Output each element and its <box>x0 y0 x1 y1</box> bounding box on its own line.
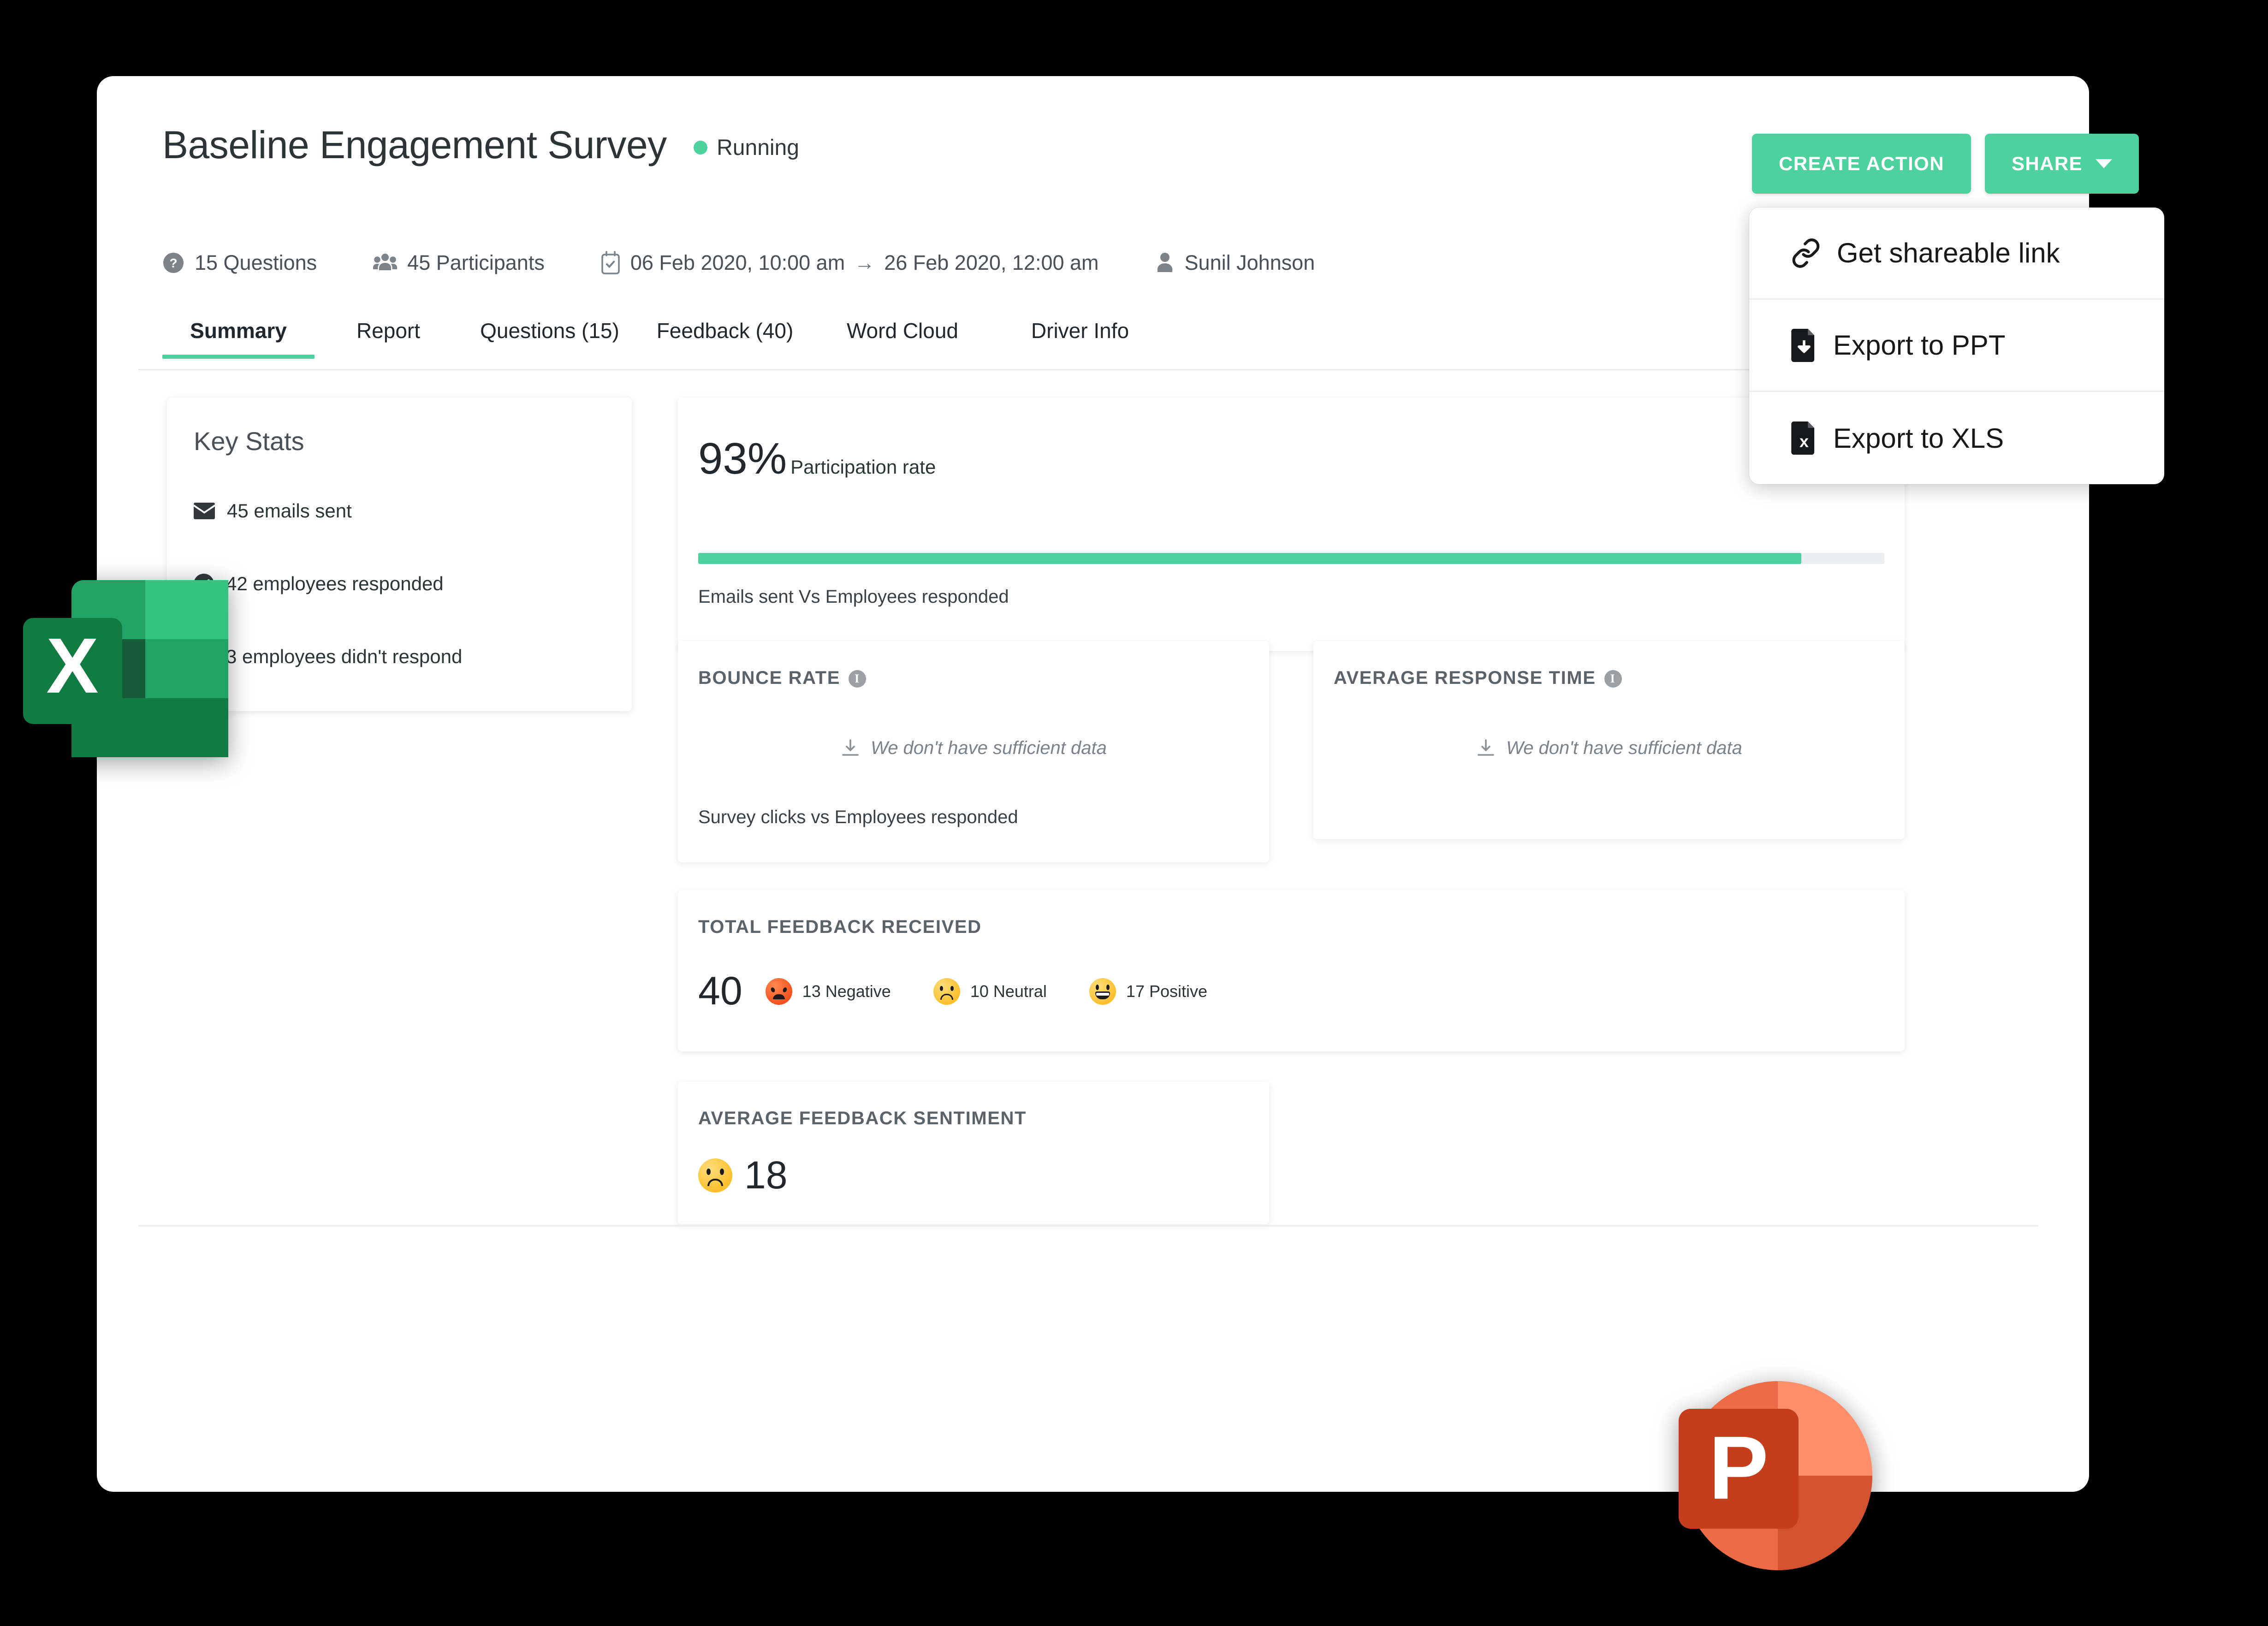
page-title: Baseline Engagement Survey <box>162 123 667 166</box>
page-header: Baseline Engagement Survey Running <box>162 125 1933 199</box>
header-actions: CREATE ACTION SHARE <box>1752 134 2139 194</box>
question-circle-icon: ? <box>162 252 184 274</box>
sad-face-icon <box>698 1158 732 1193</box>
menu-item-label: Export to PPT <box>1833 330 2006 361</box>
participation-progress-bar <box>698 553 1884 564</box>
feedback-neutral-group: 10 Neutral <box>933 978 1047 1005</box>
tab-summary[interactable]: Summary <box>162 318 315 359</box>
tab-feedback[interactable]: Feedback (40) <box>637 318 813 359</box>
meta-owner-label: Sunil Johnson <box>1184 251 1315 274</box>
participation-rate-percent: 93% <box>698 434 787 483</box>
person-icon <box>1155 252 1175 274</box>
average-response-time-title: AVERAGE RESPONSE TIME <box>1334 668 1596 688</box>
bounce-rate-card: BOUNCE RATE i We don't have sufficient da… <box>678 641 1269 862</box>
svg-text:P: P <box>1709 1418 1769 1518</box>
feedback-neutral-label: 10 Neutral <box>970 981 1047 1001</box>
bounce-rate-footnote: Survey clicks vs Employees responded <box>698 807 1018 827</box>
share-dropdown-menu[interactable]: Get shareable link Export to PPT x Expor… <box>1749 208 2164 484</box>
meta-participants-label: 45 Participants <box>407 251 545 274</box>
file-xls-icon: x <box>1791 421 1817 455</box>
menu-item-get-shareable-link[interactable]: Get shareable link <box>1749 208 2164 300</box>
menu-item-export-to-xls[interactable]: x Export to XLS <box>1749 392 2164 484</box>
status-dot-icon <box>694 141 708 154</box>
average-response-time-title-row: AVERAGE RESPONSE TIME i <box>1334 668 1622 688</box>
meta-questions: ? 15 Questions <box>162 251 317 275</box>
average-feedback-sentiment-score: 18 <box>744 1153 788 1197</box>
content-bottom-divider <box>138 1225 2038 1227</box>
neutral-sad-face-icon <box>933 978 960 1005</box>
meta-end-date: 26 Feb 2020, 12:00 am <box>884 251 1099 274</box>
key-stats-card: Key Stats 45 emails sent 42 employees re… <box>167 398 632 711</box>
status-label: Running <box>717 135 799 160</box>
meta-questions-label: 15 Questions <box>195 251 317 274</box>
svg-text:?: ? <box>169 256 177 270</box>
file-download-icon <box>1791 328 1817 362</box>
envelope-icon <box>194 503 215 519</box>
average-feedback-sentiment-row: 18 <box>698 1153 787 1198</box>
info-icon[interactable]: i <box>848 670 866 688</box>
total-feedback-count: 40 <box>698 969 742 1013</box>
angry-face-icon <box>765 978 792 1005</box>
menu-item-label: Export to XLS <box>1833 422 2004 454</box>
participation-rate-label: Participation rate <box>790 456 936 478</box>
total-feedback-row: 40 13 Negative 10 Neutral 17 Positive <box>698 968 1250 1014</box>
bounce-rate-title-row: BOUNCE RATE i <box>698 668 866 688</box>
tab-questions[interactable]: Questions (15) <box>462 318 637 359</box>
share-button[interactable]: SHARE <box>1984 134 2139 194</box>
key-stat-label: 3 employees didn't respond <box>226 646 463 667</box>
participation-progress-fill <box>698 553 1801 564</box>
participation-footnote: Emails sent Vs Employees responded <box>698 587 1009 607</box>
no-data-icon <box>840 738 861 759</box>
key-stat-label: 45 emails sent <box>227 500 352 522</box>
average-response-time-no-data: We don't have sufficient data <box>1313 738 1905 759</box>
bounce-rate-title: BOUNCE RATE <box>698 668 840 688</box>
participation-rate-value-row: 93% Participation rate <box>698 433 936 484</box>
bounce-rate-no-data: We don't have sufficient data <box>678 738 1269 759</box>
key-stat-label: 42 employees responded <box>226 573 444 594</box>
total-feedback-card: TOTAL FEEDBACK RECEIVED 40 13 Negative 1… <box>678 890 1905 1051</box>
create-action-button[interactable]: CREATE ACTION <box>1752 134 1971 194</box>
meta-participants: 45 Participants <box>373 251 545 275</box>
no-data-icon <box>1476 738 1496 759</box>
meta-start-date: 06 Feb 2020, 10:00 am <box>630 251 845 274</box>
powerpoint-logo: P <box>1660 1360 1877 1577</box>
tab-driver-info[interactable]: Driver Info <box>992 318 1168 359</box>
no-data-label: We don't have sufficient data <box>871 738 1107 758</box>
excel-logo: X <box>18 572 235 766</box>
tabs-bar: Summary Report Questions (15) Feedback (… <box>162 318 1933 371</box>
svg-text:X: X <box>46 622 98 710</box>
average-feedback-sentiment-card: AVERAGE FEEDBACK SENTIMENT 18 <box>678 1081 1269 1224</box>
share-button-label: SHARE <box>2011 153 2083 174</box>
no-data-label: We don't have sufficient data <box>1506 738 1742 758</box>
link-icon <box>1791 238 1821 268</box>
menu-item-export-to-ppt[interactable]: Export to PPT <box>1749 300 2164 392</box>
feedback-positive-label: 17 Positive <box>1126 981 1208 1001</box>
people-icon <box>373 252 398 274</box>
key-stats-title: Key Stats <box>194 427 304 456</box>
meta-owner: Sunil Johnson <box>1155 251 1315 275</box>
total-feedback-title: TOTAL FEEDBACK RECEIVED <box>698 917 982 937</box>
feedback-negative-group: 13 Negative <box>765 978 891 1005</box>
calendar-check-icon <box>601 251 620 275</box>
participation-rate-card: 93% Participation rate Emails sent Vs Em… <box>678 398 1905 651</box>
feedback-positive-group: 17 Positive <box>1089 978 1207 1005</box>
average-response-time-card: AVERAGE RESPONSE TIME i We don't have suf… <box>1313 641 1905 839</box>
key-stat-emails-sent: 45 emails sent <box>194 500 352 522</box>
survey-meta-row: ? 15 Questions 45 Participants 06 Feb 20… <box>162 244 1315 281</box>
svg-text:x: x <box>1799 432 1809 451</box>
status-badge: Running <box>694 135 799 160</box>
meta-date-range: 06 Feb 2020, 10:00 am → 26 Feb 2020, 12:… <box>601 251 1099 275</box>
chevron-down-icon <box>2096 159 2112 168</box>
arrow-right-icon: → <box>854 251 875 274</box>
tab-word-cloud[interactable]: Word Cloud <box>813 318 992 359</box>
feedback-negative-label: 13 Negative <box>802 981 891 1001</box>
happy-face-icon <box>1089 978 1116 1005</box>
info-icon[interactable]: i <box>1604 670 1622 688</box>
tab-report[interactable]: Report <box>315 318 462 359</box>
menu-item-label: Get shareable link <box>1837 237 2060 268</box>
average-feedback-sentiment-title: AVERAGE FEEDBACK SENTIMENT <box>698 1108 1027 1128</box>
